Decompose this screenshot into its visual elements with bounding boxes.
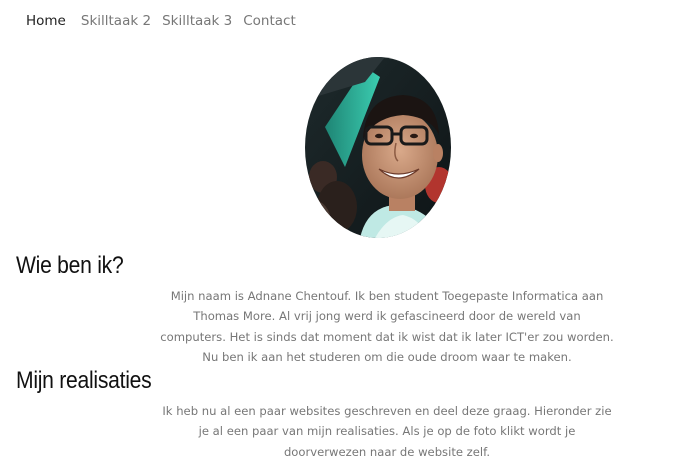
section-text-who: Mijn naam is Adnane Chentouf. Ik ben stu… xyxy=(160,289,614,364)
section-text-realisations: Ik heb nu al een paar websites geschreve… xyxy=(162,404,612,459)
section-heading-who: Wie ben ik? xyxy=(16,252,124,279)
nav-skilltaak-2-link[interactable]: Skilltaak 2 xyxy=(81,13,151,29)
nav-skilltaak-3-link[interactable]: Skilltaak 3 xyxy=(162,13,232,29)
profile-photo-image xyxy=(305,57,451,238)
main-nav: Home Skilltaak 2 Skilltaak 3 Contact xyxy=(26,10,307,32)
section-heading-realisations: Mijn realisaties xyxy=(16,367,152,394)
nav-home-link[interactable]: Home xyxy=(26,13,66,29)
nav-contact-link[interactable]: Contact xyxy=(243,13,296,29)
profile-photo xyxy=(305,57,451,238)
